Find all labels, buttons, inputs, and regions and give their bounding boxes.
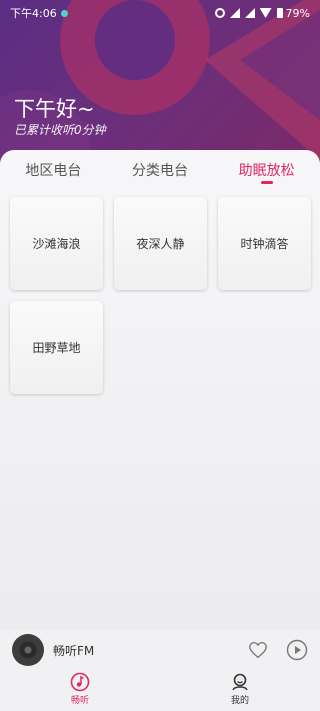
- nav-listen[interactable]: 畅听: [0, 672, 160, 711]
- bottom-navigation: 畅听 我的: [0, 672, 320, 711]
- heart-icon[interactable]: [248, 641, 268, 659]
- nav-mine[interactable]: 我的: [160, 672, 320, 711]
- card-beach-waves[interactable]: 沙滩海浪: [10, 197, 103, 290]
- card-clock-ticking[interactable]: 时钟滴答: [218, 197, 311, 290]
- shield-dot-icon: [60, 9, 68, 17]
- status-time: 下午4:06: [10, 7, 57, 20]
- profile-icon: [232, 673, 248, 691]
- tab-region-radio[interactable]: 地区电台: [0, 150, 107, 190]
- status-bar: 下午4:06 79%: [0, 0, 320, 26]
- wifi-icon: [259, 8, 272, 18]
- battery-icon: [276, 8, 283, 18]
- alarm-icon: [214, 8, 225, 18]
- station-name[interactable]: 畅听FM: [53, 642, 94, 659]
- play-icon[interactable]: [286, 639, 308, 661]
- disc-icon[interactable]: [12, 634, 44, 666]
- signal-icon: [229, 8, 240, 18]
- category-tabs: 地区电台 分类电台 助眠放松: [0, 150, 320, 190]
- nav-listen-label: 畅听: [70, 696, 89, 706]
- signal-icon: [244, 8, 255, 18]
- card-field-meadow[interactable]: 田野草地: [10, 301, 103, 394]
- listen-summary: 已累计收听0分钟: [14, 123, 106, 137]
- tab-category-radio[interactable]: 分类电台: [107, 150, 214, 190]
- nav-mine-label: 我的: [230, 696, 249, 706]
- card-quiet-night[interactable]: 夜深人静: [114, 197, 207, 290]
- music-note-icon: [70, 672, 90, 692]
- greeting-title: 下午好~: [14, 97, 95, 121]
- status-icons: 79%: [214, 6, 310, 20]
- tab-sleep-relax[interactable]: 助眠放松: [213, 150, 320, 190]
- sound-grid: 沙滩海浪 夜深人静 时钟滴答 田野草地: [10, 197, 311, 394]
- battery-indicator: 79%: [276, 6, 310, 20]
- content-panel: 地区电台 分类电台 助眠放松 沙滩海浪 夜深人静 时钟滴答 田野草地: [0, 150, 320, 630]
- mini-player[interactable]: 畅听FM: [0, 630, 320, 670]
- header-banner: 下午4:06 79% 下午好~ 已累计收听0分钟: [0, 0, 320, 170]
- player-controls: [248, 639, 308, 661]
- battery-percent: 79%: [285, 6, 310, 20]
